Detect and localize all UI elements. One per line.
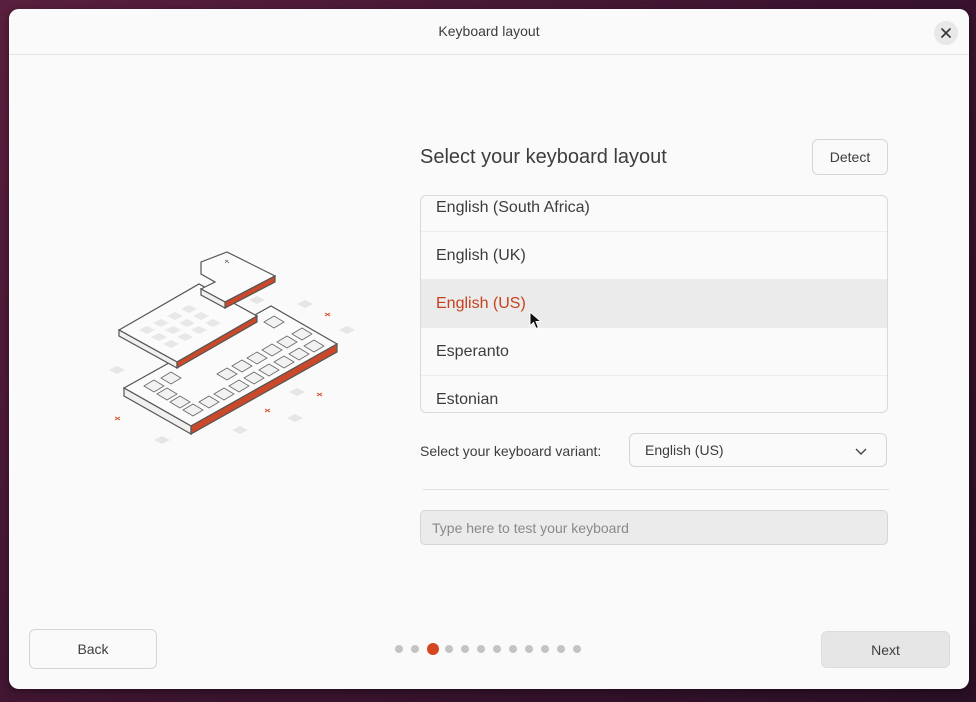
next-button[interactable]: Next (821, 631, 950, 668)
step-dot-active (427, 643, 439, 655)
variant-label: Select your keyboard variant: (420, 443, 602, 459)
layout-list[interactable]: English (South Africa) English (UK) Engl… (420, 195, 888, 413)
detect-button[interactable]: Detect (812, 139, 888, 175)
step-dot (445, 645, 453, 653)
title-bar: Keyboard layout (9, 9, 969, 55)
list-item-selected[interactable]: English (US) (421, 280, 887, 328)
step-dot (525, 645, 533, 653)
window-title: Keyboard layout (438, 23, 540, 39)
step-dot (557, 645, 565, 653)
variant-value: English (US) (645, 442, 724, 458)
keyboard-test-input[interactable] (420, 510, 888, 545)
keyboard-illustration (109, 251, 355, 444)
close-button[interactable] (934, 21, 958, 45)
installer-window: Keyboard layout Select your keyboard lay… (9, 9, 969, 689)
page-heading: Select your keyboard layout (420, 146, 667, 168)
list-item[interactable]: Esperanto (421, 328, 887, 376)
chevron-down-icon (855, 448, 867, 455)
step-dot (411, 645, 419, 653)
step-dot (541, 645, 549, 653)
mouse-pointer-icon (529, 311, 543, 330)
list-item[interactable]: English (UK) (421, 232, 887, 280)
close-icon (941, 28, 951, 38)
step-dot (461, 645, 469, 653)
step-dot (509, 645, 517, 653)
list-item[interactable]: Estonian (421, 376, 887, 412)
step-dot (395, 645, 403, 653)
back-button[interactable]: Back (29, 629, 157, 669)
step-dot (493, 645, 501, 653)
step-dot (573, 645, 581, 653)
list-item[interactable]: English (South Africa) (421, 196, 887, 232)
step-dot (477, 645, 485, 653)
divider (423, 489, 889, 490)
variant-dropdown[interactable]: English (US) (629, 433, 887, 467)
